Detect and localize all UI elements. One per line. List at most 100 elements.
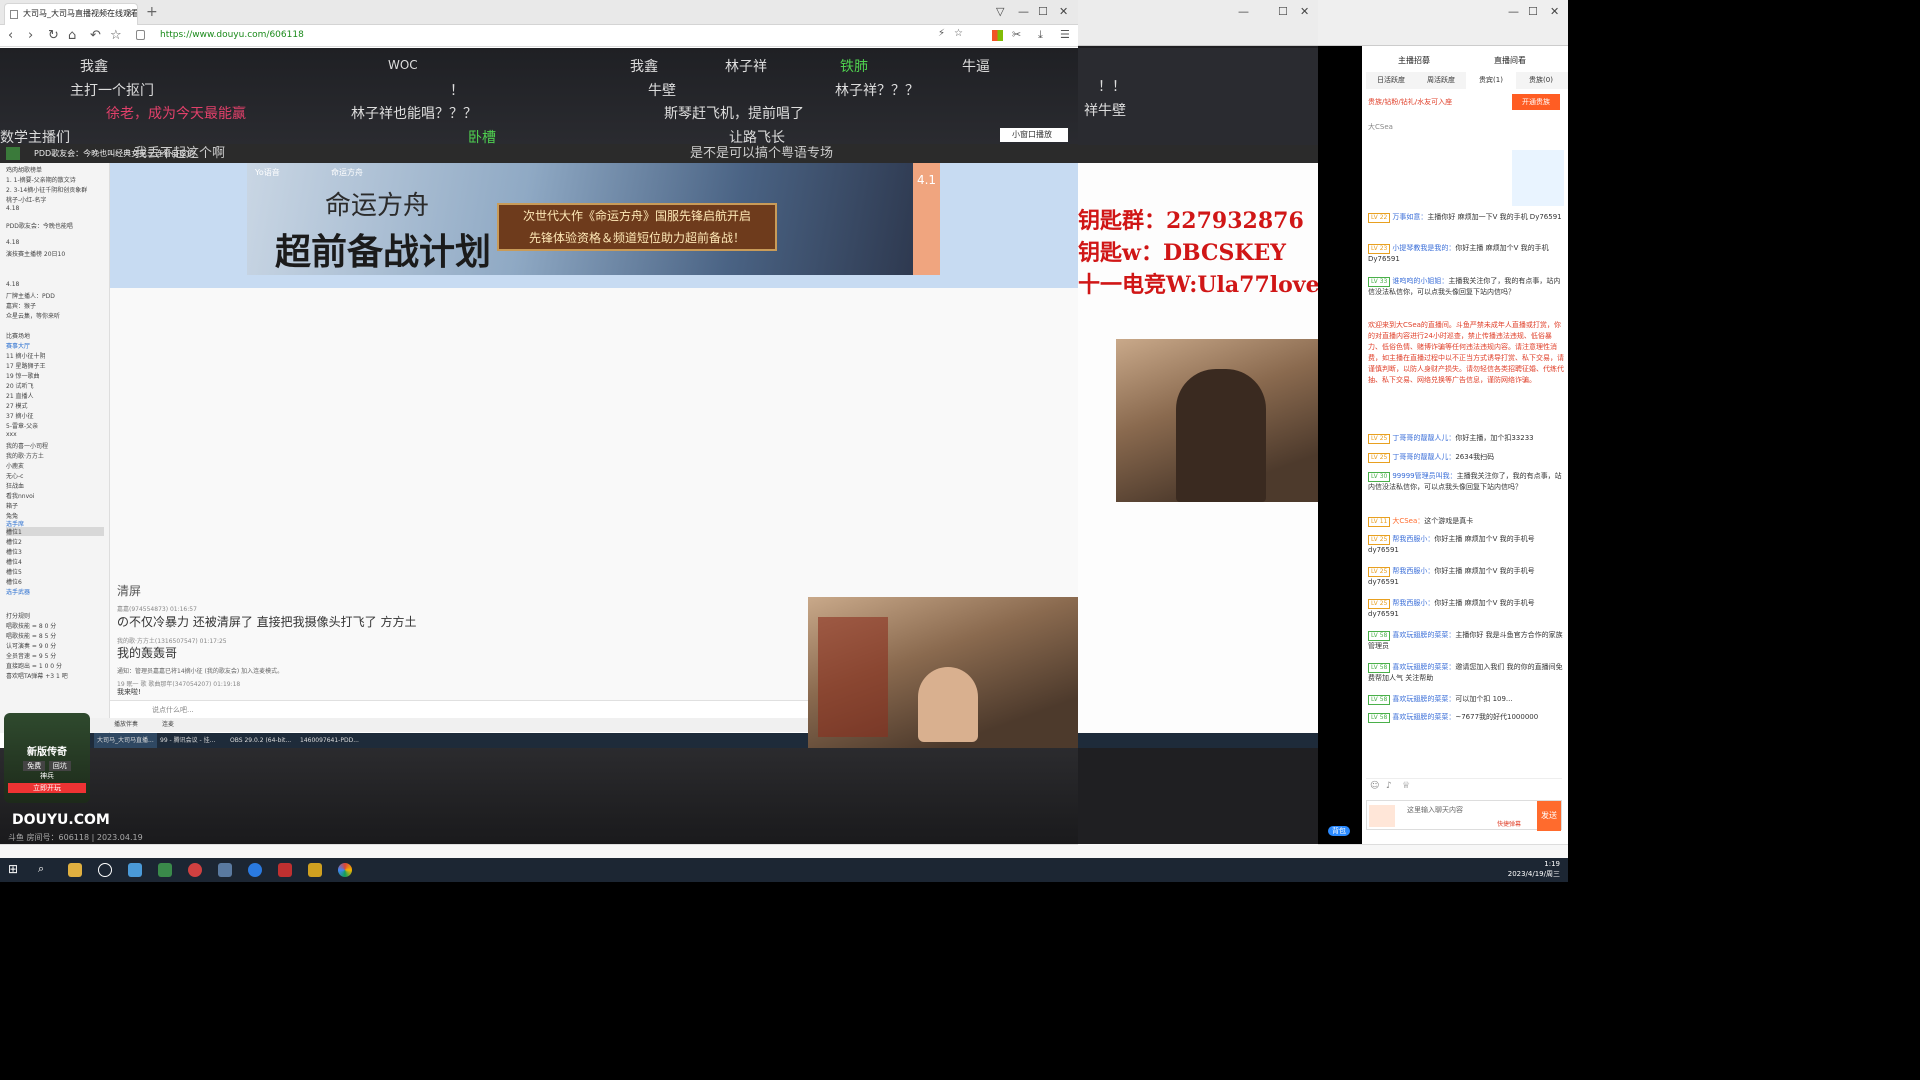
obs-icon[interactable]	[98, 863, 112, 877]
star-icon[interactable]: ☆	[110, 28, 122, 43]
maximize-icon[interactable]: ☐	[1528, 5, 1538, 18]
tree-item[interactable]: 赛事大厅	[6, 341, 30, 350]
clear-chat-button[interactable]: 清屏	[117, 582, 141, 599]
username[interactable]: 99999管理员叫我：	[1392, 472, 1456, 480]
app-icon[interactable]	[158, 863, 172, 877]
username[interactable]: 帮我西服小：	[1392, 567, 1434, 575]
steam-icon[interactable]	[218, 863, 232, 877]
apps-icon[interactable]	[992, 30, 1003, 41]
close-window-icon[interactable]: ✕	[1300, 5, 1309, 18]
search-icon[interactable]: ⌕	[38, 862, 52, 876]
tree-item[interactable]: 嘉宾：猴子	[6, 301, 36, 310]
username[interactable]: 大CSea：	[1392, 517, 1424, 525]
tree-item[interactable]: 17 星路狮子王	[6, 361, 46, 370]
tree-item[interactable]: 5-雷章-父亲	[6, 421, 38, 430]
tree-item[interactable]: 20 试听飞	[6, 381, 34, 390]
tools-icon[interactable]: ✂	[1012, 28, 1021, 41]
fast-chat-icon[interactable]	[1369, 805, 1395, 827]
crown-icon[interactable]: ♕	[1402, 781, 1410, 791]
close-window-icon[interactable]: ✕	[1550, 5, 1559, 18]
recruit-link[interactable]: 主播招募	[1398, 55, 1430, 66]
tree-item[interactable]: 4.18	[6, 205, 19, 212]
tree-item[interactable]: 1. 1-摘要-父亲期的散文诗	[6, 175, 76, 184]
ad-banner[interactable]: Yo语音 命运方舟 命运方舟 超前备战计划 次世代大作《命运方舟》国服先锋启航开…	[247, 163, 940, 275]
tree-item[interactable]: 众星云集，等你来听	[6, 311, 60, 320]
app-icon[interactable]	[248, 863, 262, 877]
maximize-icon[interactable]: ☐	[1038, 5, 1048, 18]
app-icon[interactable]	[308, 863, 322, 877]
menu-icon[interactable]: ☰	[1060, 28, 1070, 41]
close-tab-icon[interactable]: ✕	[125, 4, 133, 24]
tree-item[interactable]: 4.18	[6, 281, 19, 288]
inner-task[interactable]: 99 - 腾讯会议 - 挂...	[160, 733, 215, 748]
app-icon[interactable]	[188, 863, 202, 877]
browser-tab[interactable]: 大司马_大司马直播视频在线观看 ✕	[4, 3, 138, 25]
chrome-icon[interactable]	[338, 863, 352, 877]
tree-item[interactable]: 无心-c	[6, 471, 23, 480]
tree-item[interactable]: 狂战血	[6, 481, 24, 490]
tree-item[interactable]: xxx	[6, 431, 17, 438]
home-icon[interactable]: ⌂	[68, 28, 76, 43]
minimize-icon[interactable]: —	[1238, 5, 1249, 18]
tree-item[interactable]: 2. 3-14摘小征千阴和创贡象群	[6, 185, 87, 194]
tree-item[interactable]: 唱歌技能 = 8 0 分	[6, 621, 56, 630]
reload-icon[interactable]: ↻	[48, 28, 59, 43]
username[interactable]: 丁哥哥的靓靓人儿：	[1392, 453, 1455, 461]
tab-vip[interactable]: 贵宾(1)	[1466, 72, 1516, 89]
username[interactable]: 喜欢玩翅膀的菜菜：	[1392, 713, 1455, 721]
tree-item[interactable]: 27 模式	[6, 401, 28, 410]
start-icon[interactable]: ⊞	[8, 862, 22, 876]
username[interactable]: 帮我西服小：	[1392, 599, 1434, 607]
tree-item[interactable]: 槽位4	[6, 557, 22, 566]
app-icon[interactable]	[128, 863, 142, 877]
app-icon[interactable]	[278, 863, 292, 877]
tree-item[interactable]: 鸡肉胡歌榜单	[6, 165, 42, 174]
minimize-icon[interactable]: —	[1018, 5, 1029, 18]
game-ad-return[interactable]: 回坑	[48, 761, 71, 771]
tree-item[interactable]: 我的歌·方方土	[6, 451, 44, 460]
open-noble-button[interactable]: 开通贵族	[1512, 94, 1560, 110]
tree-item[interactable]: 演技赛主播榜 20日10	[6, 249, 65, 258]
tree-item[interactable]: 比赛场地	[6, 331, 30, 340]
tab-daily[interactable]: 日活跃度	[1366, 72, 1416, 89]
fast-chat-label[interactable]: 快捷弹幕	[1497, 819, 1521, 828]
username[interactable]: 丁哥哥的靓靓人儿：	[1392, 434, 1455, 442]
tab-weekly[interactable]: 周活跃度	[1416, 72, 1466, 89]
tree-item[interactable]: 4.18	[6, 239, 19, 246]
tree-item[interactable]: 我的喜一小司程	[6, 441, 48, 450]
username[interactable]: 喜欢玩翅膀的菜菜：	[1392, 631, 1455, 639]
tree-item[interactable]: 厂牌主播人：PDD	[6, 291, 55, 300]
tree-item[interactable]: 全员音速 = 9 5 分	[6, 651, 56, 660]
toolbar-item[interactable]: 连麦	[162, 718, 174, 732]
inner-task[interactable]: OBS 29.0.2 (64-bit...	[230, 733, 291, 748]
chat-send-box[interactable]: 这里输入聊天内容 快捷弹幕 发送	[1366, 800, 1562, 831]
tree-item[interactable]: 唱歌技能 = 8 5 分	[6, 631, 56, 640]
tree-item[interactable]: 打分规则	[6, 611, 30, 620]
minimize-icon[interactable]: —	[1508, 5, 1519, 18]
room-link[interactable]: 直播间看	[1494, 55, 1526, 66]
emoji-icon[interactable]: ☺	[1370, 781, 1379, 791]
tree-item[interactable]: 认可演奏 = 9 0 分	[6, 641, 56, 650]
username[interactable]: 喜欢玩翅膀的菜菜：	[1392, 695, 1455, 703]
tree-item[interactable]: 箱子	[6, 501, 18, 510]
forward-icon[interactable]: ›	[28, 28, 33, 43]
file-explorer-icon[interactable]	[68, 863, 82, 877]
username[interactable]: 喜欢玩翅膀的菜菜：	[1392, 663, 1455, 671]
username[interactable]: 谁呜呜的小姐姐：	[1392, 277, 1448, 285]
tree-item[interactable]: 小鹿亥	[6, 461, 24, 470]
username[interactable]: 帮我西服小：	[1392, 535, 1434, 543]
close-window-icon[interactable]: ✕	[1059, 5, 1068, 18]
back-icon[interactable]: ‹	[8, 28, 13, 43]
game-ad-free[interactable]: 免费	[23, 761, 46, 771]
favorite-icon[interactable]: ☆	[954, 28, 963, 39]
toolbar-item[interactable]: 播放伴奏	[114, 718, 138, 732]
backpack-button[interactable]: 背包	[1322, 800, 1360, 836]
username[interactable]: 万事如意：	[1392, 213, 1427, 221]
tree-item[interactable]: 槽位2	[6, 537, 22, 546]
tree-item-selected[interactable]: 槽位1	[6, 527, 104, 536]
download-icon[interactable]: ⤓	[1038, 28, 1043, 42]
tree-item[interactable]: 桃子-小红-名字	[6, 195, 46, 204]
horn-icon[interactable]: ♪	[1386, 781, 1392, 791]
tree-item[interactable]: 19 惊一歌曲	[6, 371, 40, 380]
maximize-icon[interactable]: ☐	[1278, 5, 1288, 18]
